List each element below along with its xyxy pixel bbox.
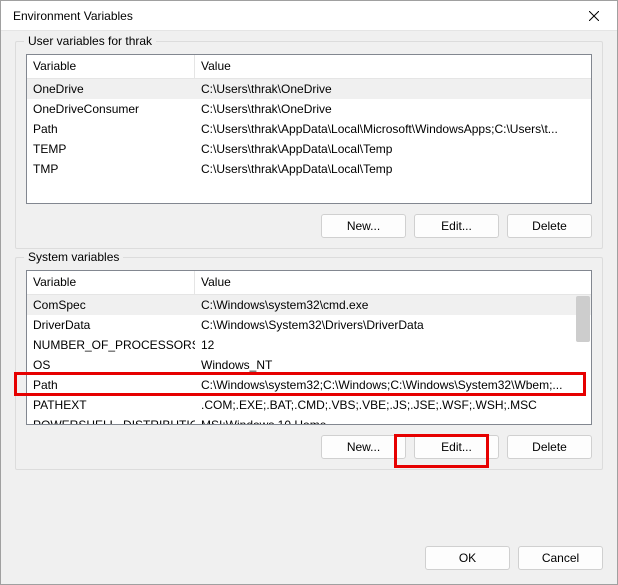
cell-variable: OS <box>27 356 195 374</box>
cell-variable: POWERSHELL_DISTRIBUTIO... <box>27 416 195 425</box>
system-variables-group: System variables Variable Value ComSpec … <box>15 257 603 470</box>
cell-variable: OneDriveConsumer <box>27 100 195 118</box>
table-row[interactable]: TMP C:\Users\thrak\AppData\Local\Temp <box>27 159 591 179</box>
cell-variable: PATHEXT <box>27 396 195 414</box>
table-row[interactable]: Path C:\Users\thrak\AppData\Local\Micros… <box>27 119 591 139</box>
cell-variable: ComSpec <box>27 296 195 314</box>
cell-variable: OneDrive <box>27 80 195 98</box>
delete-button[interactable]: Delete <box>507 214 592 238</box>
ok-button[interactable]: OK <box>425 546 510 570</box>
close-icon <box>589 11 599 21</box>
header-value[interactable]: Value <box>195 55 591 78</box>
edit-button[interactable]: Edit... <box>414 435 499 459</box>
sys-group-label: System variables <box>24 250 123 264</box>
table-row[interactable]: OneDriveConsumer C:\Users\thrak\OneDrive <box>27 99 591 119</box>
table-row[interactable]: Path C:\Windows\system32;C:\Windows;C:\W… <box>27 375 591 395</box>
cell-value: C:\Users\thrak\AppData\Local\Temp <box>195 140 591 158</box>
cancel-button[interactable]: Cancel <box>518 546 603 570</box>
cell-value: C:\Windows\System32\Drivers\DriverData <box>195 316 591 334</box>
cell-value: MSI:Windows 10 Home <box>195 416 591 425</box>
cell-value: Windows_NT <box>195 356 591 374</box>
close-button[interactable] <box>571 1 617 31</box>
table-row[interactable]: ComSpec C:\Windows\system32\cmd.exe <box>27 295 591 315</box>
cell-value: C:\Users\thrak\OneDrive <box>195 100 591 118</box>
table-row[interactable]: POWERSHELL_DISTRIBUTIO... MSI:Windows 10… <box>27 415 591 425</box>
edit-button[interactable]: Edit... <box>414 214 499 238</box>
scrollbar-thumb[interactable] <box>576 296 590 342</box>
list-header: Variable Value <box>27 55 591 79</box>
table-row[interactable]: TEMP C:\Users\thrak\AppData\Local\Temp <box>27 139 591 159</box>
sys-button-row: New... Edit... Delete <box>26 435 592 459</box>
cell-value: .COM;.EXE;.BAT;.CMD;.VBS;.VBE;.JS;.JSE;.… <box>195 396 591 414</box>
header-variable[interactable]: Variable <box>27 271 195 294</box>
cell-variable: Path <box>27 120 195 138</box>
user-group-label: User variables for thrak <box>24 34 156 48</box>
window-title: Environment Variables <box>13 9 133 23</box>
list-header: Variable Value <box>27 271 591 295</box>
header-value[interactable]: Value <box>195 271 591 294</box>
cell-variable: NUMBER_OF_PROCESSORS <box>27 336 195 354</box>
cell-variable: TEMP <box>27 140 195 158</box>
system-variables-list[interactable]: Variable Value ComSpec C:\Windows\system… <box>26 270 592 425</box>
cell-value: C:\Windows\system32;C:\Windows;C:\Window… <box>195 376 591 394</box>
table-row[interactable]: OneDrive C:\Users\thrak\OneDrive <box>27 79 591 99</box>
new-button[interactable]: New... <box>321 435 406 459</box>
header-variable[interactable]: Variable <box>27 55 195 78</box>
cell-variable: TMP <box>27 160 195 178</box>
cell-variable: Path <box>27 376 195 394</box>
delete-button[interactable]: Delete <box>507 435 592 459</box>
cell-value: C:\Users\thrak\OneDrive <box>195 80 591 98</box>
cell-value: C:\Users\thrak\AppData\Local\Microsoft\W… <box>195 120 591 138</box>
user-button-row: New... Edit... Delete <box>26 214 592 238</box>
table-row[interactable]: NUMBER_OF_PROCESSORS 12 <box>27 335 591 355</box>
table-row[interactable]: DriverData C:\Windows\System32\Drivers\D… <box>27 315 591 335</box>
titlebar: Environment Variables <box>1 1 617 31</box>
user-variables-list[interactable]: Variable Value OneDrive C:\Users\thrak\O… <box>26 54 592 204</box>
table-row[interactable]: OS Windows_NT <box>27 355 591 375</box>
cell-value: C:\Windows\system32\cmd.exe <box>195 296 591 314</box>
new-button[interactable]: New... <box>321 214 406 238</box>
cell-variable: DriverData <box>27 316 195 334</box>
content-area: User variables for thrak Variable Value … <box>1 31 617 546</box>
table-row[interactable]: PATHEXT .COM;.EXE;.BAT;.CMD;.VBS;.VBE;.J… <box>27 395 591 415</box>
env-vars-dialog: Environment Variables User variables for… <box>0 0 618 585</box>
user-variables-group: User variables for thrak Variable Value … <box>15 41 603 249</box>
cell-value: C:\Users\thrak\AppData\Local\Temp <box>195 160 591 178</box>
dialog-footer: OK Cancel <box>1 546 617 584</box>
cell-value: 12 <box>195 336 591 354</box>
